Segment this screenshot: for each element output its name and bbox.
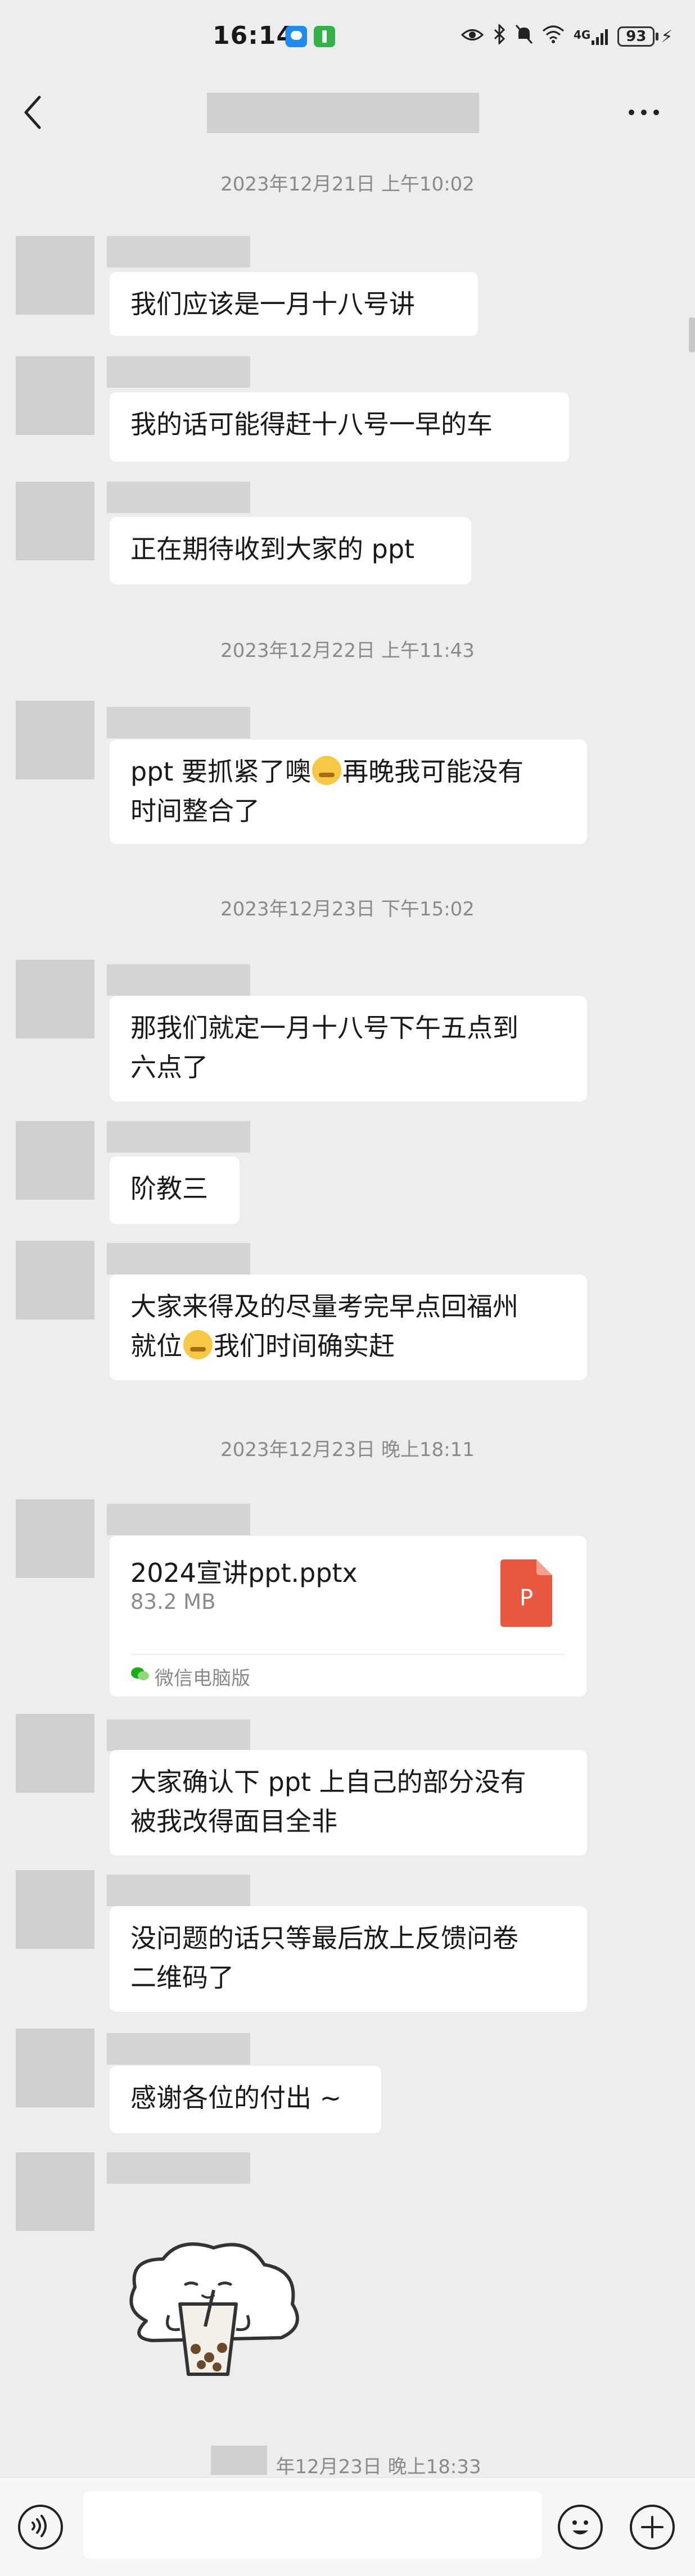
pptx-file-icon: P — [500, 1559, 552, 1627]
svg-text:P: P — [520, 1585, 533, 1611]
sender-name-redacted — [107, 482, 250, 513]
more-button[interactable] — [619, 96, 669, 129]
avatar[interactable] — [16, 482, 94, 560]
sender-name-redacted — [107, 236, 250, 267]
status-icons: 4G 93 ⚡ — [461, 22, 673, 51]
grimace-emoji-icon — [312, 756, 342, 785]
status-bar: 16:14 4G 93 ⚡ — [0, 0, 695, 73]
avatar[interactable] — [16, 960, 94, 1038]
message-bubble[interactable]: 那我们就定一月十八号下午五点到 六点了 — [110, 996, 587, 1101]
avatar[interactable] — [16, 1241, 94, 1319]
timestamp: 2023年12月21日 上午10:02 — [220, 173, 475, 196]
avatar[interactable] — [16, 701, 94, 779]
input-bar — [0, 2477, 695, 2576]
avatar[interactable] — [16, 356, 94, 435]
timestamp: 2023年12月23日 晚上18:11 — [220, 1439, 475, 1461]
smiley-icon — [572, 2520, 588, 2534]
status-time: 16:14 — [213, 21, 295, 50]
divider — [130, 1654, 565, 1655]
sender-name-redacted — [107, 964, 250, 996]
file-message-card[interactable]: 2024宣讲ppt.pptx 83.2 MB P 微信电脑版 — [110, 1536, 586, 1697]
timestamp: 2023年12月23日 下午15:02 — [220, 898, 475, 920]
message-bubble[interactable]: 我们应该是一月十八号讲 — [110, 272, 478, 336]
mute-icon — [515, 24, 533, 49]
signal-icon: 4G — [574, 28, 608, 45]
bluetooth-icon — [493, 22, 506, 49]
sender-name-redacted — [107, 707, 250, 738]
sender-name-redacted — [107, 356, 250, 388]
more-dots-icon — [629, 110, 634, 115]
timestamp: 年12月23日 晚上18:33 — [276, 2456, 481, 2478]
message-bubble[interactable]: 大家来得及的尽量考完早点回福州 就位 我们时间确实赶 — [110, 1275, 587, 1380]
avatar[interactable] — [16, 1121, 94, 1200]
wifi-icon — [542, 25, 565, 48]
timestamp-redaction — [211, 2446, 267, 2475]
bubble-tea-sticker[interactable] — [112, 2237, 315, 2383]
message-bubble[interactable]: ppt 要抓紧了噢 再晚我可能没有 时间整合了 — [110, 740, 587, 844]
chat-header — [0, 73, 695, 152]
message-bubble[interactable]: 正在期待收到大家的 ppt — [110, 517, 471, 584]
message-bubble[interactable]: 感谢各位的付出 ~ — [110, 2066, 381, 2133]
battery-icon: 93 ⚡ — [617, 26, 673, 47]
sender-name-redacted — [107, 1875, 250, 1906]
charging-icon: ⚡ — [661, 26, 673, 47]
chevron-left-icon — [24, 96, 41, 129]
sender-name-redacted — [107, 2033, 250, 2065]
file-name: 2024宣讲ppt.pptx — [130, 1558, 358, 1588]
qq-notification-icon — [286, 26, 307, 47]
sender-name-redacted — [107, 1121, 250, 1153]
plus-icon — [641, 2516, 664, 2538]
network-type: 4G — [574, 28, 591, 42]
message-bubble[interactable]: 阶教三 — [110, 1157, 240, 1224]
wechat-pc-icon — [131, 1667, 149, 1680]
message-bubble[interactable]: 大家确认下 ppt 上自己的部分没有 被我改得面目全非 — [110, 1750, 587, 1856]
wipe-sweat-emoji-icon — [183, 1330, 213, 1359]
back-button[interactable] — [22, 90, 56, 135]
avatar[interactable] — [16, 1499, 94, 1578]
timestamp: 2023年12月22日 上午11:43 — [220, 640, 475, 662]
file-size: 83.2 MB — [130, 1590, 216, 1614]
avatar[interactable] — [16, 1714, 94, 1793]
avatar[interactable] — [16, 2152, 94, 2231]
avatar[interactable] — [16, 1870, 94, 1949]
sender-name-redacted — [107, 1720, 250, 1751]
battery-level: 93 — [617, 26, 655, 47]
more-functions-button[interactable] — [630, 2505, 675, 2550]
eye-icon — [461, 25, 484, 48]
sender-name-redacted — [107, 2152, 250, 2184]
voice-button[interactable] — [18, 2505, 63, 2550]
message-bubble[interactable]: 我的话可能得赶十八号一早的车 — [110, 392, 569, 462]
message-input[interactable] — [83, 2491, 542, 2559]
app-notification-icon — [314, 26, 335, 47]
chat-title-redacted — [207, 93, 479, 133]
emoji-button[interactable] — [558, 2505, 603, 2550]
file-source-label: 微信电脑版 — [155, 1667, 250, 1690]
sender-name-redacted — [107, 1243, 250, 1275]
voice-icon — [31, 2515, 47, 2537]
avatar[interactable] — [16, 2029, 94, 2107]
scrollbar[interactable] — [689, 318, 695, 352]
sender-name-redacted — [107, 1504, 250, 1535]
avatar[interactable] — [16, 236, 94, 315]
message-bubble[interactable]: 没问题的话只等最后放上反馈问卷 二维码了 — [110, 1906, 587, 2012]
